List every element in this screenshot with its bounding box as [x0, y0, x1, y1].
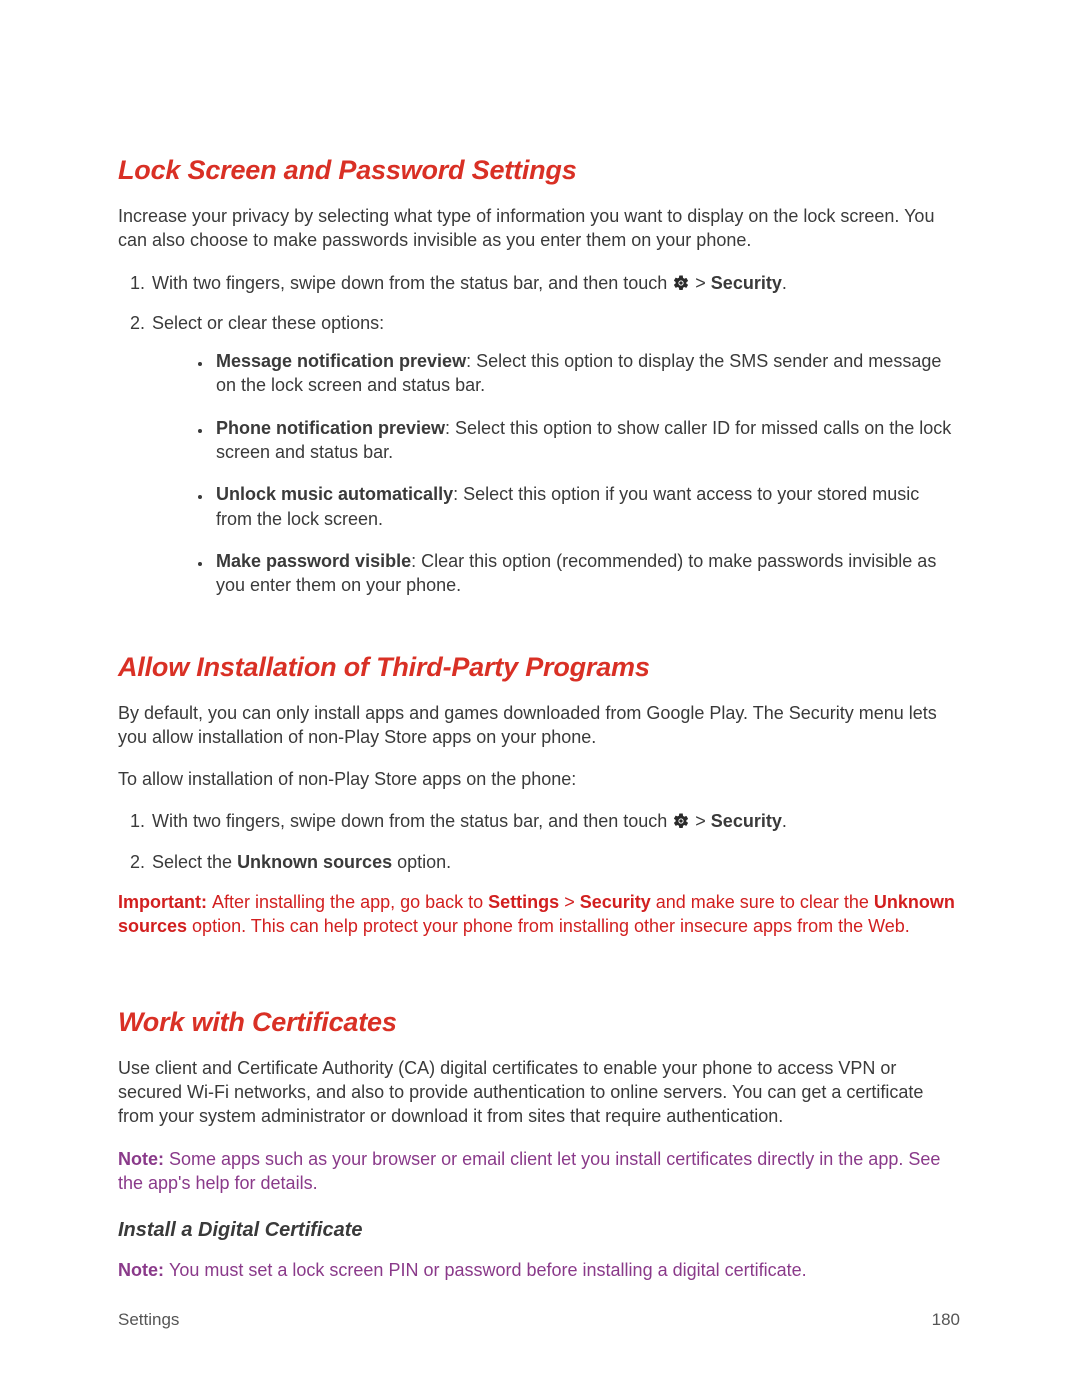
important-text: > [559, 892, 580, 912]
note-text: You must set a lock screen PIN or passwo… [169, 1260, 807, 1280]
note-text: Some apps such as your browser or email … [118, 1149, 940, 1193]
step-text: With two fingers, swipe down from the st… [152, 811, 672, 831]
important-note: Important: After installing the app, go … [118, 890, 960, 939]
step-2: Select the Unknown sources option. [150, 850, 960, 874]
footer-page-number: 180 [932, 1310, 960, 1330]
option-unlock-music: Unlock music automatically: Select this … [212, 482, 960, 531]
options-list: Message notification preview: Select thi… [152, 349, 960, 597]
heading-third-party: Allow Installation of Third-Party Progra… [118, 652, 960, 683]
intro-certificates: Use client and Certificate Authority (CA… [118, 1056, 960, 1129]
page-footer: Settings 180 [118, 1310, 960, 1330]
option-label: Make password visible [216, 551, 411, 571]
step-text: . [782, 273, 787, 293]
important-text: After installing the app, go back to [212, 892, 488, 912]
important-text: and make sure to clear the [651, 892, 874, 912]
step-text: option. [392, 852, 451, 872]
step-text: > [690, 273, 711, 293]
intro-lock-screen: Increase your privacy by selecting what … [118, 204, 960, 253]
note-label: Note: [118, 1149, 169, 1169]
gear-icon [672, 274, 690, 292]
option-phone-preview: Phone notification preview: Select this … [212, 416, 960, 465]
step-1: With two fingers, swipe down from the st… [150, 271, 960, 295]
note-label: Note: [118, 1260, 169, 1280]
option-label: Phone notification preview [216, 418, 445, 438]
page-content: Lock Screen and Password Settings Increa… [118, 155, 960, 1302]
option-message-preview: Message notification preview: Select thi… [212, 349, 960, 398]
note-lock-pin: Note: You must set a lock screen PIN or … [118, 1258, 960, 1282]
subheading-install-certificate: Install a Digital Certificate [118, 1219, 960, 1242]
heading-lock-screen: Lock Screen and Password Settings [118, 155, 960, 186]
option-label: Message notification preview [216, 351, 466, 371]
step-1: With two fingers, swipe down from the st… [150, 809, 960, 833]
unknown-sources-label: Unknown sources [237, 852, 392, 872]
footer-section: Settings [118, 1310, 179, 1329]
security-label: Security [711, 273, 782, 293]
heading-certificates: Work with Certificates [118, 1007, 960, 1038]
intro-third-party: By default, you can only install apps an… [118, 701, 960, 750]
step-text: . [782, 811, 787, 831]
important-text: option. This can help protect your phone… [187, 916, 910, 936]
gear-icon [672, 812, 690, 830]
option-password-visible: Make password visible: Clear this option… [212, 549, 960, 598]
step-text: With two fingers, swipe down from the st… [152, 273, 672, 293]
steps-third-party: With two fingers, swipe down from the st… [118, 809, 960, 874]
step-2: Select or clear these options: Message n… [150, 311, 960, 598]
lead-third-party: To allow installation of non-Play Store … [118, 767, 960, 791]
option-label: Unlock music automatically [216, 484, 453, 504]
step-text: Select or clear these options: [152, 313, 384, 333]
note-apps-certificates: Note: Some apps such as your browser or … [118, 1147, 960, 1196]
important-label: Important: [118, 892, 212, 912]
step-text: > [690, 811, 711, 831]
settings-label: Settings [488, 892, 559, 912]
security-label: Security [580, 892, 651, 912]
steps-lock-screen: With two fingers, swipe down from the st… [118, 271, 960, 598]
step-text: Select the [152, 852, 237, 872]
security-label: Security [711, 811, 782, 831]
